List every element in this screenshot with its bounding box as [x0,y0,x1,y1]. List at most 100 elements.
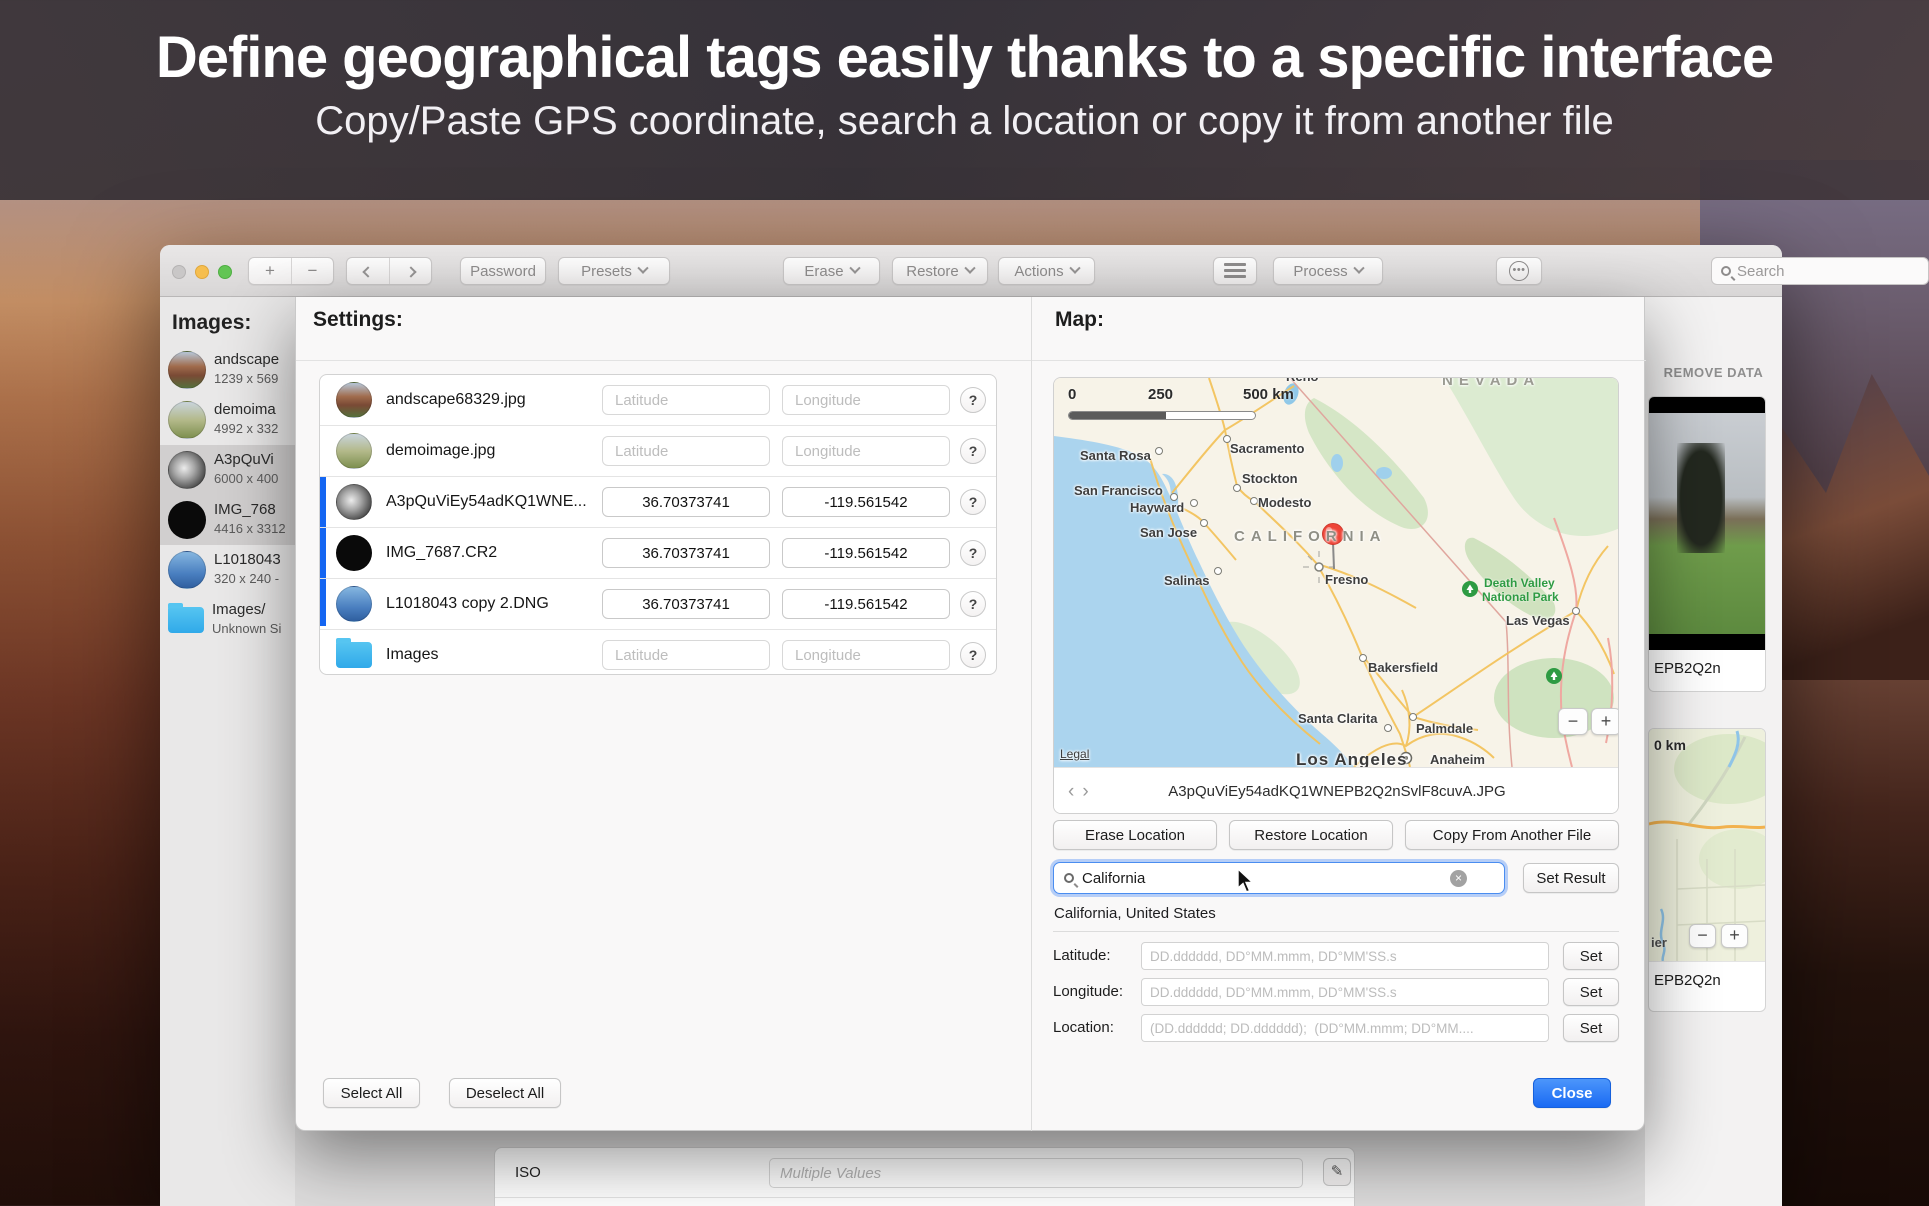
traffic-light-zoom[interactable] [218,265,232,279]
photo-letterbox [1649,397,1765,650]
traffic-light-minimize[interactable] [195,265,209,279]
add-button[interactable]: + [249,258,291,284]
back-button[interactable] [347,258,389,284]
latitude-field[interactable] [602,538,770,568]
latitude-field[interactable] [602,640,770,670]
image-thumbnail [336,433,372,469]
latitude-field[interactable] [602,589,770,619]
sidebar-item-folder[interactable]: Images/Unknown Si [160,595,295,645]
folder-icon [168,607,204,633]
restore-dropdown[interactable]: Restore [892,257,988,285]
longitude-field[interactable] [782,487,950,517]
view-options-button[interactable] [1213,257,1257,285]
file-row-selected[interactable]: IMG_7687.CR2 ? [320,528,996,578]
previous-image-button[interactable]: ‹ [1068,781,1074,803]
help-button[interactable]: ? [960,642,986,668]
close-button[interactable]: Close [1533,1078,1611,1108]
set-latitude-button[interactable]: Set [1563,942,1619,970]
photo-card[interactable]: EPB2Q2n [1648,396,1766,692]
traffic-light-close[interactable] [172,265,186,279]
latitude-form-input[interactable] [1141,942,1549,970]
sidebar-item[interactable]: L1018043320 x 240 - [160,545,295,595]
map-label: CALIFORNIA [1234,528,1387,545]
longitude-field[interactable] [782,538,950,568]
sidebar-item-selected[interactable]: A3pQuVi6000 x 400 [160,445,295,495]
erase-dropdown[interactable]: Erase [783,257,880,285]
help-button[interactable]: ? [960,540,986,566]
mini-map-card[interactable]: 0 km ier − + EPB2Q2n [1648,728,1766,1012]
restore-location-button[interactable]: Restore Location [1229,820,1393,850]
longitude-field[interactable] [782,436,950,466]
zoom-in-button[interactable]: + [1591,708,1619,735]
mouse-cursor [1236,868,1260,894]
banner-subtitle: Copy/Paste GPS coordinate, search a loca… [0,99,1929,144]
process-dropdown[interactable]: Process [1273,257,1383,285]
next-image-button[interactable]: › [1082,781,1088,803]
actions-dropdown[interactable]: Actions [998,257,1095,285]
help-button[interactable]: ? [960,489,986,515]
map-label: National Park [1482,590,1559,604]
latitude-field[interactable] [602,385,770,415]
longitude-field[interactable] [782,589,950,619]
set-result-button[interactable]: Set Result [1523,863,1619,893]
divider [1031,297,1032,1131]
set-longitude-button[interactable]: Set [1563,978,1619,1006]
copy-from-file-button[interactable]: Copy From Another File [1405,820,1619,850]
mini-zoom-out-button[interactable]: − [1689,924,1716,948]
images-sidebar: Images: andscape1239 x 569 demoima4992 x… [160,297,295,1206]
remove-button[interactable]: − [291,258,333,284]
search-input[interactable] [1737,263,1897,280]
legal-link[interactable]: Legal [1060,747,1089,761]
forward-button[interactable] [389,258,431,284]
search-icon [1064,873,1074,883]
chevron-down-icon [1069,263,1080,274]
sidebar-item[interactable]: demoima4992 x 332 [160,395,295,445]
map-header: Map: [1055,308,1104,332]
chevron-right-icon [405,266,416,277]
chevron-down-icon [637,263,648,274]
help-button[interactable]: ? [960,438,986,464]
longitude-field[interactable] [782,385,950,415]
park-tree-icon [1546,668,1562,684]
help-button[interactable]: ? [960,591,986,617]
back-forward-segmented [346,257,432,285]
file-row[interactable]: demoimage.jpg ? [320,426,996,476]
file-row-folder[interactable]: Images ? [320,630,996,680]
map-view[interactable]: NEVADA Reno Santa Rosa Sacramento Stockt… [1054,378,1619,767]
file-row[interactable]: andscape68329.jpg ? [320,375,996,425]
password-button[interactable]: Password [460,257,546,285]
clear-search-icon[interactable]: × [1450,870,1467,887]
iso-input[interactable] [769,1158,1303,1188]
deselect-all-button[interactable]: Deselect All [449,1078,561,1108]
toolbar-search-field[interactable] [1711,257,1929,285]
city-dot [1155,447,1163,455]
edit-pencil-button[interactable]: ✎ [1323,1158,1351,1186]
select-all-button[interactable]: Select All [323,1078,420,1108]
set-location-button[interactable]: Set [1563,1014,1619,1042]
mini-map[interactable]: 0 km ier − + [1649,729,1765,961]
latitude-field[interactable] [602,436,770,466]
location-search-input[interactable] [1082,870,1442,887]
zoom-out-button[interactable]: − [1558,708,1588,735]
presets-dropdown[interactable]: Presets [558,257,670,285]
add-remove-segmented: + − [248,257,334,285]
city-dot [1409,713,1417,721]
longitude-field[interactable] [782,640,950,670]
latitude-field[interactable] [602,487,770,517]
search-result-text[interactable]: California, United States [1054,905,1216,922]
tree-silhouette [1677,443,1725,553]
mini-map-caption: EPB2Q2n [1649,961,1765,999]
location-form-input[interactable] [1141,1014,1549,1042]
mini-zoom-in-button[interactable]: + [1721,924,1748,948]
window-toolbar: + − Password Presets Erase Restore Actio… [160,245,1782,297]
help-button[interactable]: ? [960,387,986,413]
list-rows-icon [1224,263,1246,279]
longitude-form-input[interactable] [1141,978,1549,1006]
file-row-selected[interactable]: L1018043 copy 2.DNG ? [320,579,996,629]
sidebar-item-selected[interactable]: IMG_7684416 x 3312 [160,495,295,545]
sidebar-item[interactable]: andscape1239 x 569 [160,345,295,395]
location-search-field[interactable]: × [1053,862,1505,894]
erase-location-button[interactable]: Erase Location [1053,820,1217,850]
more-button[interactable]: ••• [1496,257,1542,285]
file-row-selected[interactable]: A3pQuViEy54adKQ1WNE... ? [320,477,996,527]
